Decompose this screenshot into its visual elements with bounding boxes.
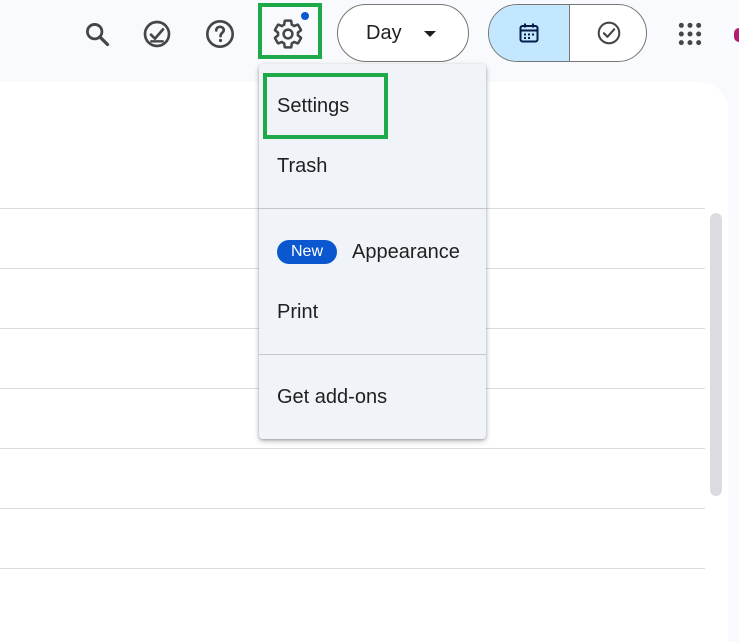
task-alt-icon[interactable]	[135, 12, 179, 56]
menu-divider	[259, 354, 486, 355]
vertical-scrollbar[interactable]	[710, 213, 722, 496]
search-icon[interactable]	[75, 12, 119, 56]
settings-menu: Settings Trash New Appearance Print Get …	[259, 64, 486, 439]
apps-grid-icon[interactable]	[668, 12, 712, 56]
tasks-view-button[interactable]	[570, 5, 646, 61]
calendar-tasks-toggle	[488, 4, 647, 62]
avatar[interactable]	[734, 28, 739, 42]
help-icon[interactable]	[198, 12, 242, 56]
menu-item-label: Get add-ons	[277, 385, 388, 408]
calendar-view-button[interactable]	[489, 5, 570, 61]
menu-item-label: Print	[277, 300, 319, 323]
notification-dot	[301, 12, 309, 20]
menu-item-appearance[interactable]: New Appearance	[259, 224, 486, 280]
hour-line	[0, 448, 705, 449]
menu-item-label: Appearance	[352, 240, 460, 263]
view-selector-button[interactable]: Day	[337, 4, 469, 62]
check-circle-icon	[597, 21, 620, 45]
menu-item-label: Trash	[277, 154, 328, 177]
menu-item-print[interactable]: Print	[259, 284, 486, 340]
menu-item-trash[interactable]: Trash	[259, 138, 486, 194]
calendar-icon	[519, 23, 539, 43]
menu-divider	[259, 208, 486, 209]
menu-item-get-add-ons[interactable]: Get add-ons	[259, 369, 486, 425]
caret-down-icon	[424, 31, 436, 37]
settings-button-highlight	[258, 3, 322, 59]
new-badge: New	[277, 240, 337, 264]
hour-line	[0, 568, 705, 569]
settings-item-highlight	[263, 73, 388, 139]
hour-line	[0, 508, 705, 509]
view-selector-label: Day	[366, 21, 402, 44]
